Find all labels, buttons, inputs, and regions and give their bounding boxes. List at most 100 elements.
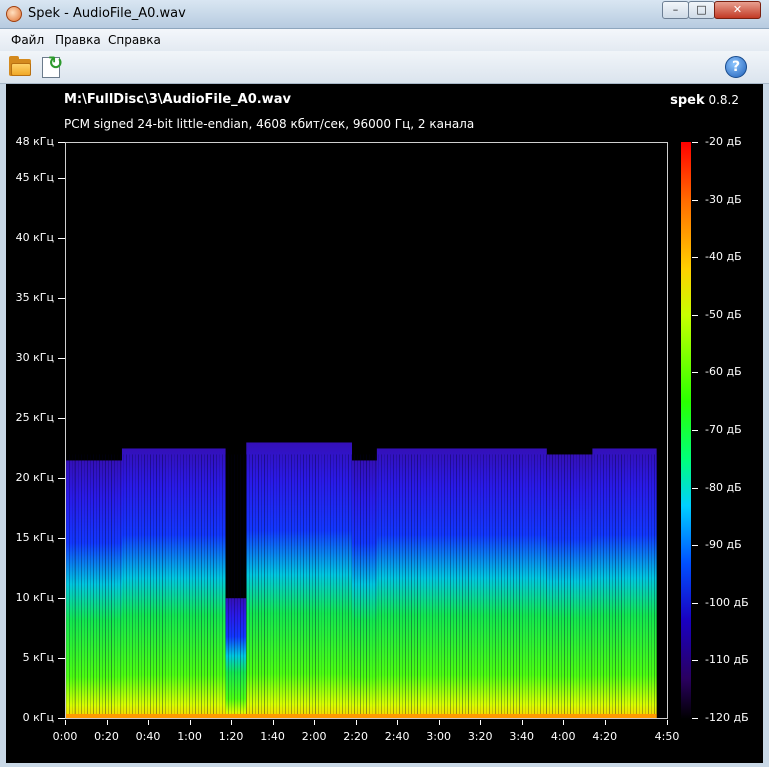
texture-line xyxy=(300,454,301,718)
texture-line xyxy=(252,454,253,718)
toolbar: ↻ xyxy=(0,51,769,84)
texture-line xyxy=(627,454,628,718)
texture-line xyxy=(72,454,73,718)
texture-line xyxy=(654,454,655,718)
texture-line xyxy=(81,454,82,718)
x-tick-mark xyxy=(480,720,482,725)
x-tick-label: 2:40 xyxy=(384,730,410,743)
y-tick-label: 0 кГц xyxy=(22,711,54,724)
menu-help[interactable]: Справка xyxy=(108,33,161,47)
help-icon[interactable]: ? xyxy=(725,56,747,78)
colorbar-tick-label: -100 дБ xyxy=(705,595,749,609)
texture-line xyxy=(366,454,367,718)
x-tick-label: 3:20 xyxy=(467,730,493,743)
texture-line xyxy=(150,454,151,718)
texture-line xyxy=(219,454,220,718)
texture-line xyxy=(459,454,460,718)
texture-line xyxy=(255,454,256,718)
texture-line xyxy=(444,454,445,718)
texture-line xyxy=(120,454,121,718)
file-path: M:\FullDisc\3\AudioFile_A0.wav xyxy=(64,92,291,107)
texture-line xyxy=(621,454,622,718)
texture-line xyxy=(222,454,223,718)
texture-line xyxy=(291,454,292,718)
texture-line xyxy=(177,454,178,718)
texture-line xyxy=(183,454,184,718)
texture-line xyxy=(336,454,337,718)
y-tick-label: 48 кГц xyxy=(15,135,54,148)
texture-line xyxy=(327,454,328,718)
x-tick-label: 2:00 xyxy=(301,730,327,743)
folder-open-icon[interactable] xyxy=(8,55,32,79)
texture-line xyxy=(381,454,382,718)
texture-line xyxy=(126,454,127,718)
texture-line xyxy=(162,454,163,718)
texture-line xyxy=(66,454,67,718)
low-frequency-band xyxy=(66,714,657,718)
texture-line xyxy=(555,454,556,718)
spectrogram-plot xyxy=(65,142,668,719)
texture-line xyxy=(228,454,229,718)
texture-line xyxy=(576,454,577,718)
y-tick-label: 10 кГц xyxy=(15,591,54,604)
spectrogram-view: M:\FullDisc\3\AudioFile_A0.wav spek 0.8.… xyxy=(6,84,763,763)
x-tick-label: 3:40 xyxy=(509,730,535,743)
texture-line xyxy=(390,454,391,718)
texture-line xyxy=(528,454,529,718)
texture-line xyxy=(159,454,160,718)
x-tick-label: 0:40 xyxy=(135,730,161,743)
texture-line xyxy=(573,454,574,718)
app-version-label: spek 0.8.2 xyxy=(670,93,739,108)
texture-line xyxy=(276,454,277,718)
y-tick-label: 45 кГц xyxy=(15,171,54,184)
maximize-button[interactable]: □ xyxy=(688,1,715,19)
menu-edit[interactable]: Правка xyxy=(55,33,101,47)
colorbar-tick-mark xyxy=(692,545,698,547)
texture-line xyxy=(315,454,316,718)
texture-line xyxy=(462,454,463,718)
texture-line xyxy=(414,454,415,718)
texture-line xyxy=(537,454,538,718)
texture-line xyxy=(552,454,553,718)
texture-line xyxy=(294,454,295,718)
y-tick-mark xyxy=(58,538,65,539)
texture-line xyxy=(489,454,490,718)
texture-line xyxy=(246,454,247,718)
menu-file[interactable]: Файл xyxy=(11,33,44,47)
y-tick-mark xyxy=(58,598,65,599)
texture-line xyxy=(207,454,208,718)
texture-line xyxy=(210,454,211,718)
texture-line xyxy=(408,454,409,718)
texture-line xyxy=(651,454,652,718)
save-image-icon[interactable]: ↻ xyxy=(40,55,64,79)
x-tick-mark xyxy=(189,720,191,725)
y-tick-mark xyxy=(58,358,65,359)
y-tick-mark xyxy=(58,658,65,659)
menu-bar: Файл Правка Справка xyxy=(0,29,769,51)
texture-line xyxy=(87,454,88,718)
texture-line xyxy=(648,454,649,718)
texture-line xyxy=(129,454,130,718)
x-tick-mark xyxy=(667,720,668,725)
texture-line xyxy=(597,454,598,718)
minimize-button[interactable]: – xyxy=(662,1,689,19)
texture-line xyxy=(369,454,370,718)
colorbar-tick-mark xyxy=(692,199,698,201)
texture-line xyxy=(393,454,394,718)
x-tick-mark xyxy=(272,720,274,725)
texture-line xyxy=(234,454,235,718)
texture-line xyxy=(111,454,112,718)
y-tick-label: 15 кГц xyxy=(15,531,54,544)
texture-line xyxy=(96,454,97,718)
spectrum-segment xyxy=(66,460,75,718)
texture-line xyxy=(90,454,91,718)
colorbar-tick-mark xyxy=(692,487,698,489)
title-bar[interactable]: Spek - AudioFile_A0.wav – □ ✕ xyxy=(0,0,769,29)
texture-line xyxy=(318,454,319,718)
texture-line xyxy=(303,454,304,718)
close-button[interactable]: ✕ xyxy=(714,1,761,19)
texture-line xyxy=(519,454,520,718)
colorbar-tick-mark xyxy=(692,257,698,259)
texture-line xyxy=(639,454,640,718)
y-tick-label: 20 кГц xyxy=(15,471,54,484)
